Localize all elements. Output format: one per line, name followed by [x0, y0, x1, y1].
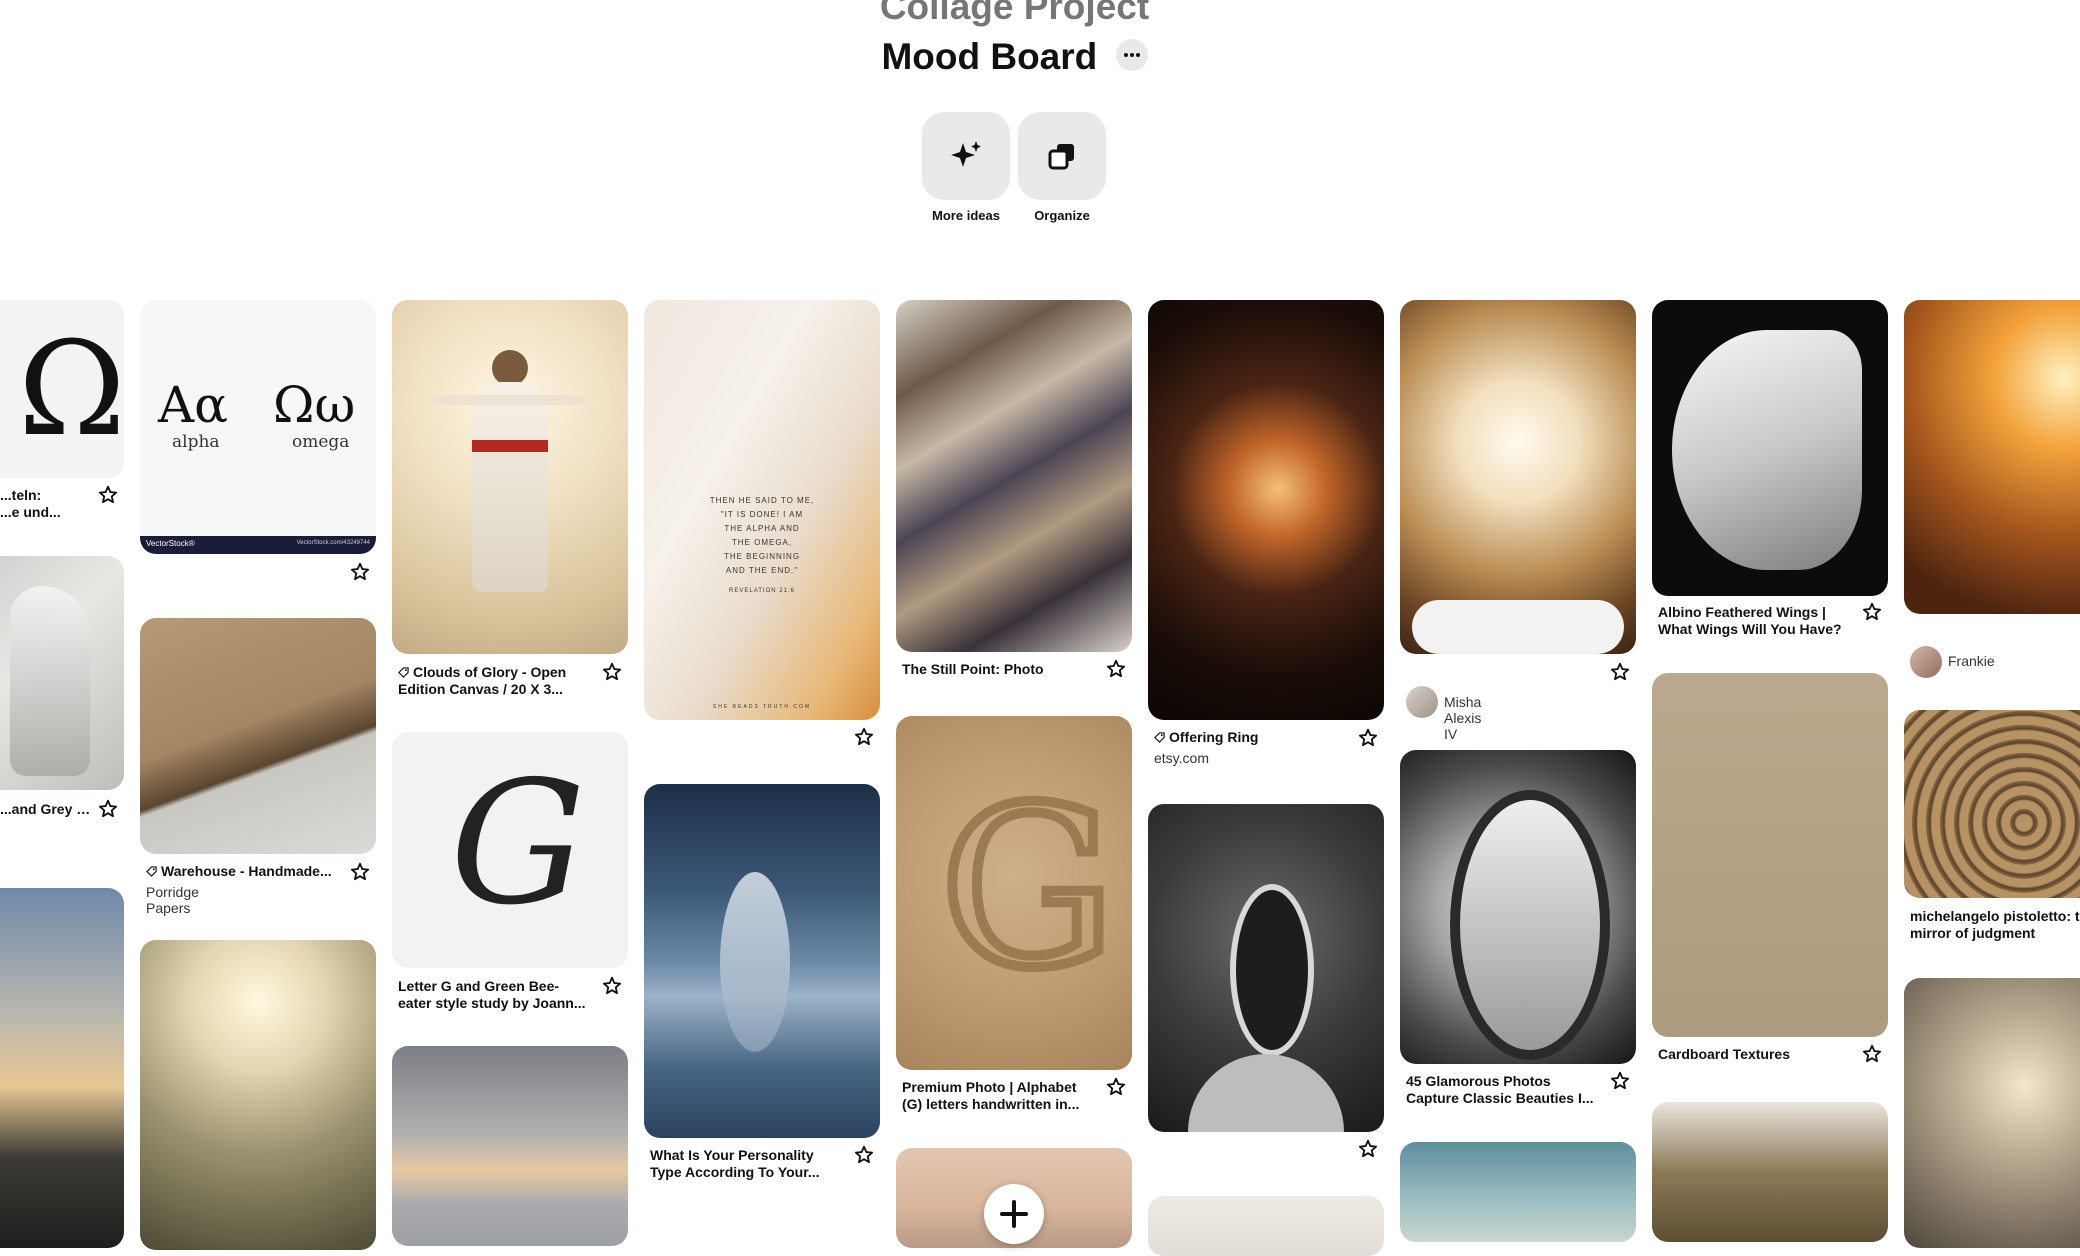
pin-image[interactable]: [0, 888, 124, 1248]
pin-image[interactable]: [1148, 1196, 1384, 1256]
pin-image[interactable]: [896, 300, 1132, 652]
save-star-icon[interactable]: [1357, 727, 1379, 749]
save-star-icon[interactable]: [1861, 601, 1883, 623]
pin-title[interactable]: Letter G and Green Bee- eater style stud…: [398, 978, 592, 1012]
save-star-icon[interactable]: [97, 484, 119, 506]
more-ideas-label: More ideas: [932, 208, 1000, 223]
more-options-button[interactable]: [1115, 39, 1148, 72]
save-star-icon[interactable]: [1609, 661, 1631, 683]
save-star-icon[interactable]: [349, 561, 371, 583]
organize-label: Organize: [1034, 208, 1090, 223]
scripture-footer: SHE READS TRUTH.COM: [712, 704, 812, 710]
script-g: G: [450, 745, 586, 943]
pin-title[interactable]: What Is Your Personality Type According …: [650, 1147, 844, 1181]
save-star-icon[interactable]: [853, 726, 875, 748]
omega-letters: Ωω: [273, 376, 356, 434]
sparkle-icon: [951, 141, 981, 167]
pin-image[interactable]: [1400, 1142, 1636, 1242]
pin-title[interactable]: Albino Feathered Wings | What Wings Will…: [1658, 604, 1852, 638]
board-header: Collage Project Mood Board More ideas Or…: [0, 0, 2080, 240]
pin-image[interactable]: [1148, 804, 1384, 1132]
pin-image[interactable]: [896, 1148, 1132, 1248]
sand-g: G: [935, 760, 1121, 1016]
pin-image[interactable]: Ω: [0, 300, 124, 478]
omega-glyph: Ω: [18, 313, 124, 465]
more-ideas-button[interactable]: [922, 112, 1010, 200]
pin-image[interactable]: [1148, 300, 1384, 720]
pin-image[interactable]: [1400, 750, 1636, 1064]
pin-image[interactable]: THEN HE SAID TO ME, "IT IS DONE! I AM TH…: [644, 300, 880, 720]
pin-image[interactable]: [1904, 978, 2080, 1248]
pin-title[interactable]: Cardboard Textures: [1658, 1046, 1852, 1063]
pin-title[interactable]: Warehouse - Handmade...: [146, 863, 340, 880]
pin-image[interactable]: [140, 618, 376, 854]
pin-image[interactable]: [1904, 710, 2080, 898]
product-tag-icon: [398, 667, 409, 678]
save-star-icon[interactable]: [853, 1144, 875, 1166]
pin-title[interactable]: 45 Glamorous Photos Capture Classic Beau…: [1406, 1073, 1600, 1107]
pin-image[interactable]: [1652, 300, 1888, 596]
organize-icon: [1048, 144, 1074, 170]
save-star-icon[interactable]: [601, 975, 623, 997]
product-tag-icon: [1154, 732, 1165, 743]
pin-source[interactable]: etsy.com: [1154, 750, 1209, 766]
board-title-row: Mood Board: [0, 30, 2029, 82]
watermark-bar: VectorStock® VectorStock.com/43249744: [140, 536, 376, 554]
scripture-text: THEN HE SAID TO ME, "IT IS DONE! I AM TH…: [709, 496, 815, 594]
pinner-name[interactable]: Frankie: [1948, 653, 1995, 669]
watermark-right: VectorStock.com/43249744: [296, 540, 370, 546]
user-avatar[interactable]: [1910, 646, 1942, 678]
pin-image[interactable]: [1904, 300, 2080, 614]
product-tag-icon: [146, 866, 157, 877]
watermark-left: VectorStock®: [146, 539, 195, 548]
pin-title[interactable]: The Still Point: Photo: [902, 661, 1096, 678]
pin-image[interactable]: [1400, 300, 1636, 654]
pin-image[interactable]: [140, 940, 376, 1250]
save-star-icon[interactable]: [1357, 1138, 1379, 1160]
save-star-icon[interactable]: [1609, 1070, 1631, 1092]
pin-title[interactable]: ...teln: ...e und...: [0, 487, 95, 521]
save-star-icon[interactable]: [1861, 1043, 1883, 1065]
pin-image[interactable]: G: [392, 732, 628, 968]
pin-title[interactable]: Premium Photo | Alphabet (G) letters han…: [902, 1079, 1096, 1113]
save-star-icon[interactable]: [349, 861, 371, 883]
alpha-letters: Aα: [158, 376, 228, 434]
pin-image[interactable]: [644, 784, 880, 1138]
pin-image[interactable]: [1652, 673, 1888, 1037]
board-title: Mood Board: [881, 36, 1098, 78]
save-star-icon[interactable]: [1105, 658, 1127, 680]
pin-title[interactable]: ...and Grey W...: [0, 801, 95, 818]
pin-title[interactable]: Clouds of Glory - Open Edition Canvas / …: [398, 664, 592, 698]
alpha-word: alpha: [172, 432, 220, 452]
pin-title[interactable]: michelangelo pistoletto: t mirror of jud…: [1910, 908, 2080, 942]
pin-image[interactable]: Aα alpha Ωω omega VectorStock® VectorSto…: [140, 300, 376, 554]
pin-image[interactable]: [1652, 1102, 1888, 1242]
more-ideas-action[interactable]: More ideas: [922, 112, 1010, 223]
pin-title[interactable]: Offering Ring: [1154, 729, 1348, 746]
pin-image[interactable]: [392, 300, 628, 654]
pin-source[interactable]: Porridge Papers: [146, 884, 199, 916]
organize-action[interactable]: Organize: [1018, 112, 1106, 223]
save-star-icon[interactable]: [1105, 1076, 1127, 1098]
pinner-name[interactable]: Misha Alexis IV: [1444, 694, 1481, 742]
organize-button[interactable]: [1018, 112, 1106, 200]
parent-board-title[interactable]: Collage Project: [0, 0, 2029, 32]
pin-image[interactable]: [0, 556, 124, 790]
save-star-icon[interactable]: [601, 661, 623, 683]
pin-image[interactable]: [392, 1046, 628, 1246]
omega-word: omega: [292, 432, 350, 452]
user-avatar[interactable]: [1406, 686, 1438, 718]
save-star-icon[interactable]: [97, 798, 119, 820]
pin-image[interactable]: G: [896, 716, 1132, 1070]
